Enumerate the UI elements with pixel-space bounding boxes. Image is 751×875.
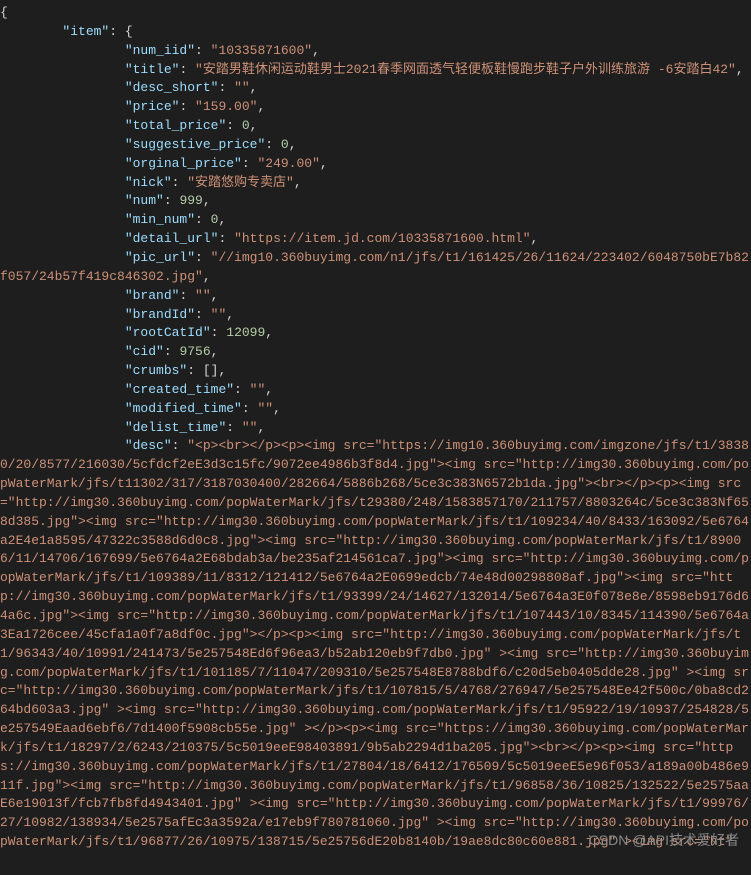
- json-code-view: { "item": { "num_iid": "10335871600", "t…: [0, 4, 751, 852]
